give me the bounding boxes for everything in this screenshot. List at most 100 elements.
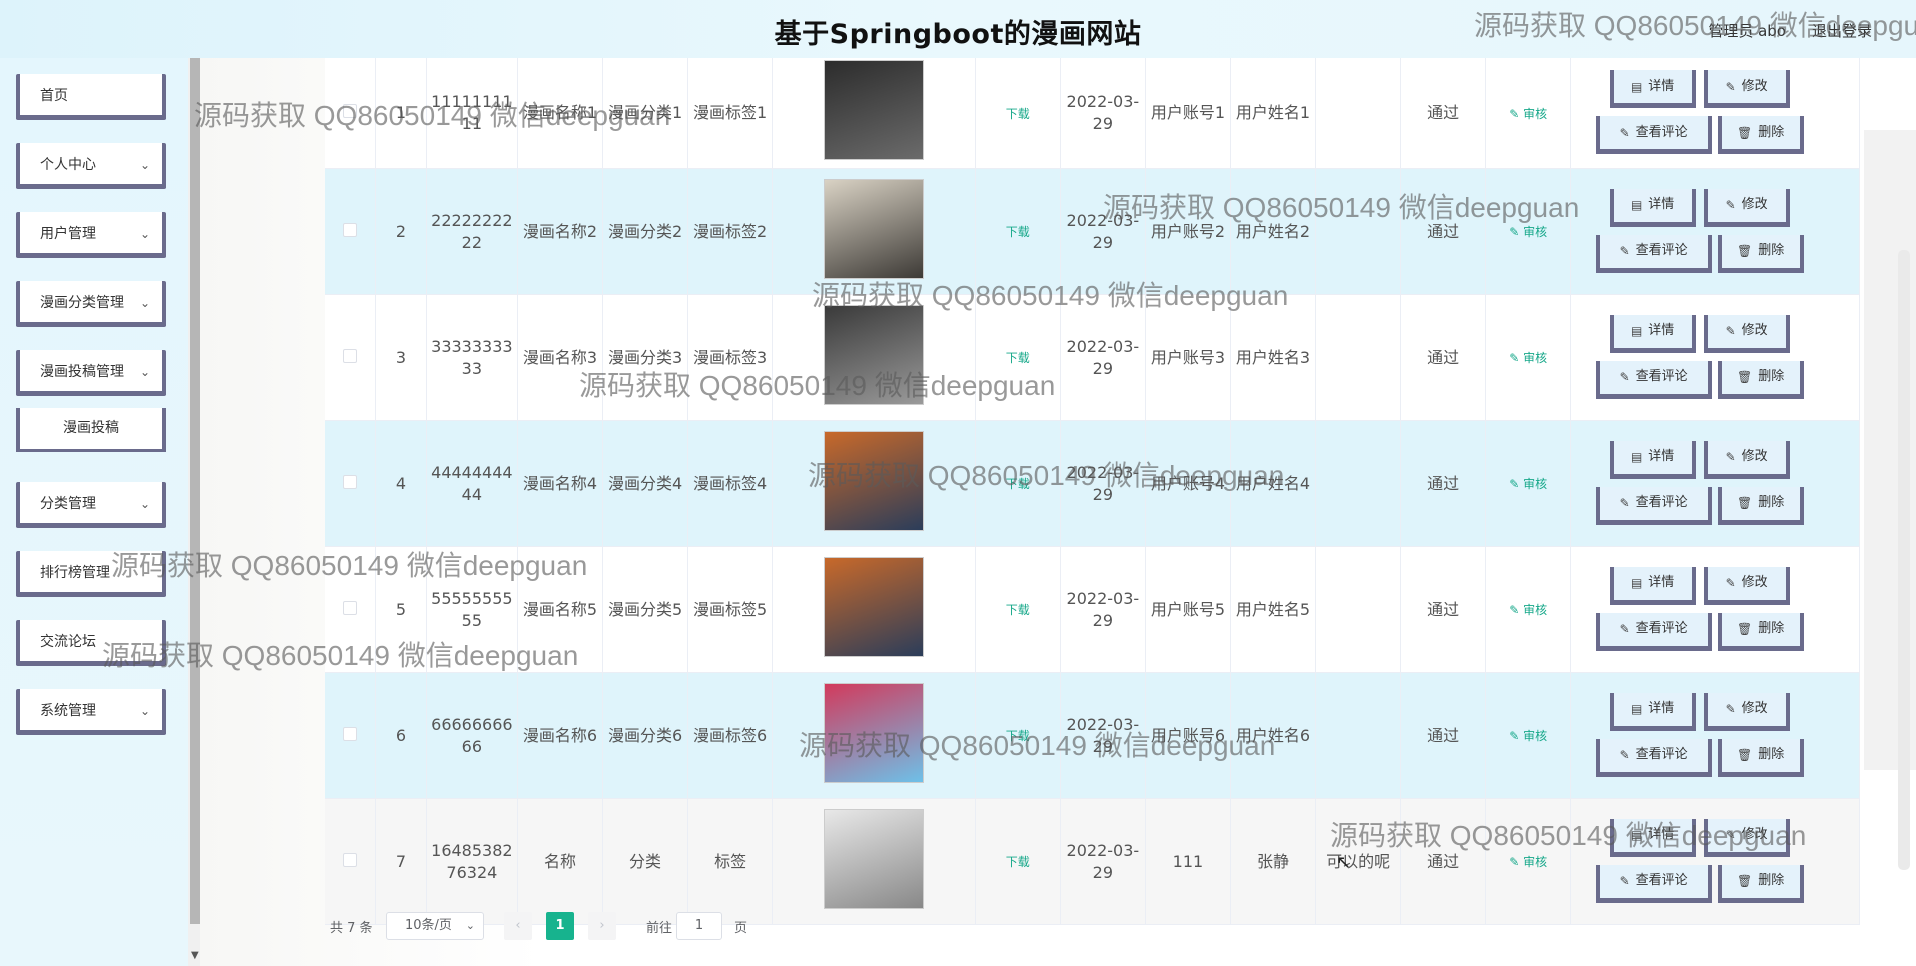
edit-pen-icon: ✎ <box>1619 125 1630 140</box>
row-checkbox[interactable] <box>343 348 358 363</box>
edit-button[interactable]: ✎ 修改 <box>1703 566 1790 605</box>
delete-button[interactable]: 🗑 删除 <box>1717 738 1804 777</box>
detail-button-label: 详情 <box>1648 827 1675 842</box>
download-link[interactable]: 下载 <box>1006 107 1030 121</box>
delete-button[interactable]: 🗑 删除 <box>1717 612 1804 651</box>
download-link[interactable]: 下载 <box>1006 729 1030 743</box>
audit-link[interactable]: ✎ 审核 <box>1509 603 1547 617</box>
edit-button[interactable]: ✎ 修改 <box>1703 440 1790 479</box>
detail-button[interactable]: ▤ 详情 <box>1609 314 1696 353</box>
sidebar-scrollbar-thumb[interactable] <box>190 58 200 924</box>
cell-number: 1111111111 <box>426 58 518 169</box>
row-index: 4 <box>375 420 427 547</box>
sidebar-item-ranking[interactable]: 排行榜管理 <box>16 551 166 597</box>
edit-pen-icon: ✎ <box>1509 351 1524 365</box>
row-checkbox-cell <box>325 58 377 169</box>
sidebar-item-profile[interactable]: 个人中心 ⌄ <box>16 143 166 189</box>
cell-comic-tag: 漫画标签5 <box>687 546 774 673</box>
row-checkbox[interactable] <box>343 104 358 118</box>
goto-page-input[interactable]: 1 <box>676 912 722 940</box>
cell-date: 2022-03-29 <box>1060 672 1146 799</box>
delete-button[interactable]: 🗑 删除 <box>1717 234 1804 273</box>
download-link[interactable]: 下载 <box>1006 855 1030 869</box>
download-link[interactable]: 下载 <box>1006 477 1030 491</box>
edit-button[interactable]: ✎ 修改 <box>1703 188 1790 227</box>
view-comments-button[interactable]: ✎ 查看评论 <box>1595 234 1712 273</box>
pagination-total: 共 7 条 <box>330 921 373 936</box>
page-size-select[interactable]: 10条/页 ⌄ <box>386 912 484 940</box>
edit-button[interactable]: ✎ 修改 <box>1703 314 1790 353</box>
cell-account: 用户账号2 <box>1145 168 1231 295</box>
view-comments-button[interactable]: ✎ 查看评论 <box>1595 864 1712 903</box>
edit-pen-icon: ✎ <box>1725 324 1736 338</box>
row-checkbox-cell <box>325 672 377 799</box>
mouse-cursor-icon: ↖ <box>1336 852 1352 873</box>
cell-status: 通过 <box>1400 294 1487 421</box>
edit-button[interactable]: ✎ 修改 <box>1703 818 1790 857</box>
comic-cover-image <box>823 178 924 279</box>
cell-username: 用户姓名5 <box>1230 546 1317 673</box>
cell-status: 通过 <box>1400 168 1487 295</box>
audit-link[interactable]: ✎ 审核 <box>1509 477 1547 491</box>
edit-button-label: 修改 <box>1741 323 1768 338</box>
sidebar-subitem-submission[interactable]: 漫画投稿 <box>16 408 166 452</box>
delete-button[interactable]: 🗑 删除 <box>1717 116 1804 154</box>
sidebar-item-comic-category[interactable]: 漫画分类管理 ⌄ <box>16 281 166 327</box>
view-comments-button[interactable]: ✎ 查看评论 <box>1595 116 1712 154</box>
edit-pen-icon: ✎ <box>1619 370 1630 384</box>
detail-button[interactable]: ▤ 详情 <box>1609 692 1696 731</box>
row-checkbox[interactable] <box>343 222 358 237</box>
next-page-button[interactable]: › <box>588 912 616 940</box>
delete-button[interactable]: 🗑 删除 <box>1717 864 1804 903</box>
delete-button-label: 删除 <box>1758 243 1785 258</box>
sidebar-item-label: 交流论坛 <box>40 633 96 650</box>
download-link[interactable]: 下载 <box>1006 351 1030 365</box>
detail-button-label: 详情 <box>1648 323 1675 338</box>
audit-link[interactable]: ✎ 审核 <box>1509 855 1547 869</box>
delete-button[interactable]: 🗑 删除 <box>1717 486 1804 525</box>
edit-button[interactable]: ✎ 修改 <box>1703 692 1790 731</box>
row-checkbox[interactable] <box>343 852 358 867</box>
view-comments-button[interactable]: ✎ 查看评论 <box>1595 612 1712 651</box>
row-checkbox[interactable] <box>343 474 358 489</box>
download-link[interactable]: 下载 <box>1006 603 1030 617</box>
sidebar-item-system[interactable]: 系统管理 ⌄ <box>16 689 166 735</box>
cell-reply <box>1315 58 1402 169</box>
current-page-button[interactable]: 1 <box>546 912 574 940</box>
detail-button[interactable]: ▤ 详情 <box>1609 566 1696 605</box>
action-buttons: ▤ 详情 ✎ 修改 ✎ 查看评论 🗑 删除 <box>1588 303 1843 413</box>
detail-button[interactable]: ▤ 详情 <box>1609 440 1696 479</box>
view-comments-button[interactable]: ✎ 查看评论 <box>1595 738 1712 777</box>
delete-button-label: 删除 <box>1758 495 1785 510</box>
cell-number: 5555555555 <box>426 546 518 673</box>
audit-link[interactable]: ✎ 审核 <box>1509 107 1547 121</box>
audit-link[interactable]: ✎ 审核 <box>1509 729 1547 743</box>
edit-pen-icon: ✎ <box>1725 702 1736 716</box>
edit-button[interactable]: ✎ 修改 <box>1703 70 1790 108</box>
row-checkbox[interactable] <box>343 600 358 615</box>
cell-comic-tag: 漫画标签2 <box>687 168 774 295</box>
top-header: 基于Springboot的漫画网站 管理员 abo 退出登录 <box>0 0 1916 58</box>
detail-button[interactable]: ▤ 详情 <box>1609 818 1696 857</box>
cell-status: 通过 <box>1400 798 1487 925</box>
delete-button[interactable]: 🗑 删除 <box>1717 360 1804 399</box>
main-scrollbar[interactable] <box>1898 250 1910 870</box>
download-link[interactable]: 下载 <box>1006 225 1030 239</box>
sidebar-item-home[interactable]: 首页 <box>16 74 166 120</box>
sidebar-item-forum[interactable]: 交流论坛 <box>16 620 166 666</box>
audit-link[interactable]: ✎ 审核 <box>1509 225 1547 239</box>
audit-link[interactable]: ✎ 审核 <box>1509 351 1547 365</box>
sidebar-item-users[interactable]: 用户管理 ⌄ <box>16 212 166 258</box>
sidebar-item-category-manage[interactable]: 分类管理 ⌄ <box>16 482 166 528</box>
row-checkbox[interactable] <box>343 726 358 741</box>
detail-button[interactable]: ▤ 详情 <box>1609 188 1696 227</box>
prev-page-button[interactable]: ‹ <box>504 912 532 940</box>
logout-link[interactable]: 退出登录 <box>1812 20 1872 41</box>
scroll-down-arrow-icon[interactable]: ▼ <box>191 950 199 961</box>
cell-username: 用户姓名3 <box>1230 294 1317 421</box>
view-comments-button[interactable]: ✎ 查看评论 <box>1595 360 1712 399</box>
detail-button[interactable]: ▤ 详情 <box>1609 70 1696 108</box>
cell-comic-tag: 漫画标签4 <box>687 420 774 547</box>
sidebar-item-submission-manage[interactable]: 漫画投稿管理 ⌄ <box>16 350 166 396</box>
view-comments-button[interactable]: ✎ 查看评论 <box>1595 486 1712 525</box>
